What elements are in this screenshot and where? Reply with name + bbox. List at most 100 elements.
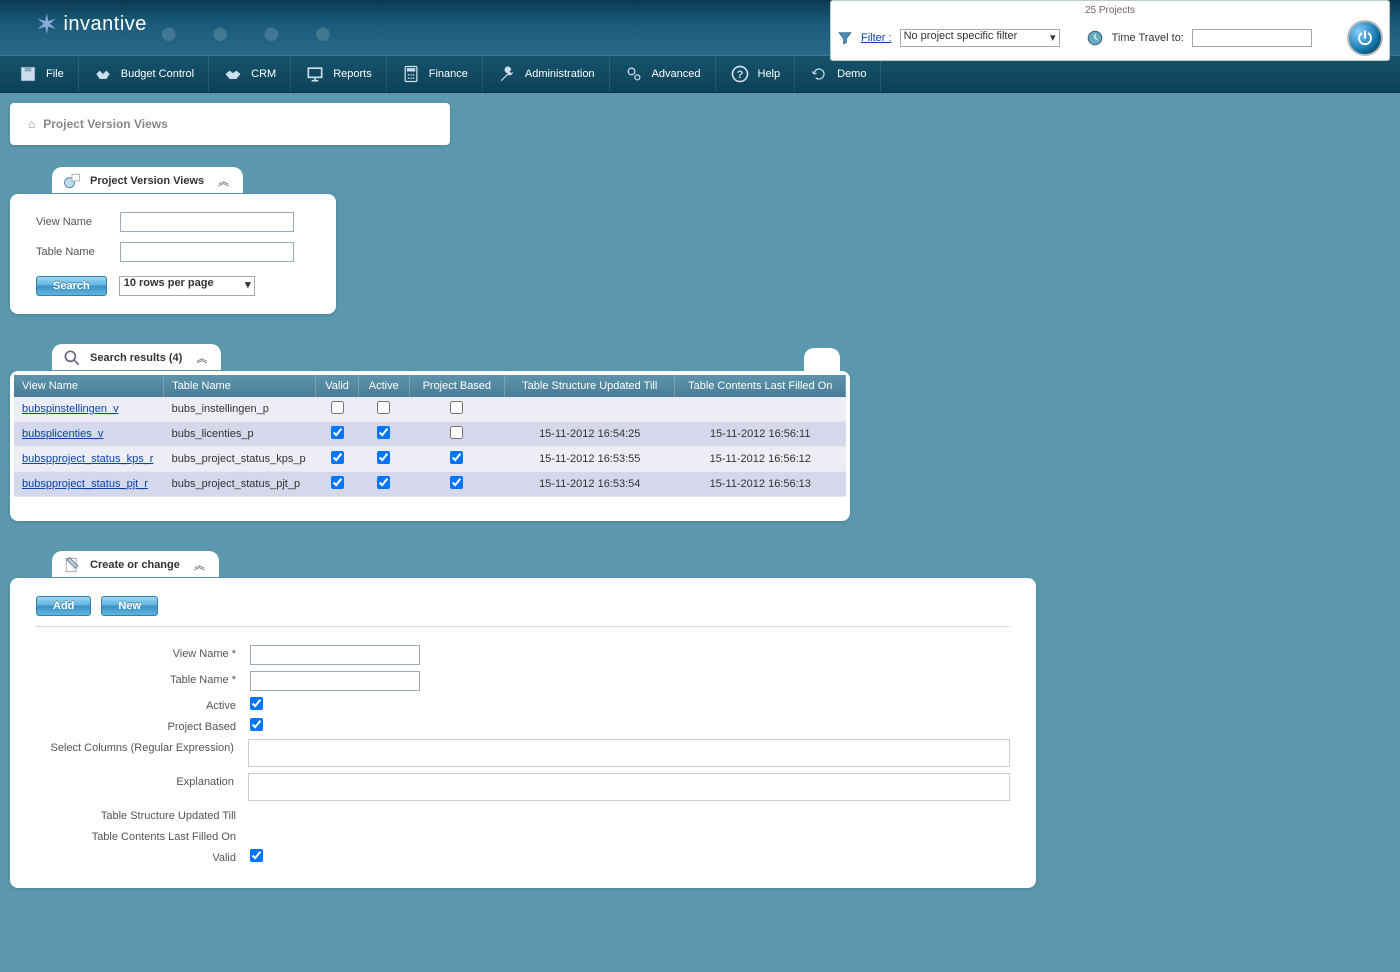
result-filled-cell: 15-11-2012 16:56:13 — [675, 472, 846, 497]
edit-view-name-label: View Name * — [36, 645, 250, 660]
edit-table-name-input[interactable] — [250, 671, 420, 691]
result-till-cell: 15-11-2012 16:53:55 — [505, 447, 675, 472]
edit-valid-label: Valid — [36, 849, 250, 864]
gears-icon — [624, 64, 644, 84]
edit-explanation-input[interactable] — [248, 773, 1010, 801]
result-active-checkbox[interactable] — [377, 476, 390, 489]
edit-explanation-label: Explanation — [36, 773, 248, 788]
result-view-link[interactable]: bubsplicenties_v — [22, 428, 103, 440]
rows-per-page-select[interactable]: 10 rows per page ▾ — [119, 276, 255, 296]
table-row: bubspproject_status_kps_r bubs_project_st… — [14, 447, 846, 472]
result-active-checkbox[interactable] — [377, 451, 390, 464]
search-button[interactable]: Search — [36, 276, 107, 296]
top-toolbar: 25 Projects Filter : No project specific… — [830, 0, 1390, 61]
logo-text: invantive — [63, 13, 146, 36]
nav-finance[interactable]: Finance — [387, 56, 483, 92]
result-view-link[interactable]: bubspproject_status_pjt_r — [22, 478, 148, 490]
result-valid-checkbox[interactable] — [331, 401, 344, 414]
result-filled-cell: 15-11-2012 16:56:11 — [675, 422, 846, 447]
nav-file-label: File — [46, 68, 64, 80]
edit-select-cols-input[interactable] — [248, 739, 1010, 767]
logo-burst-icon: ✶ — [35, 8, 58, 41]
table-name-label: Table Name — [36, 246, 120, 258]
edit-project-based-checkbox[interactable] — [250, 718, 263, 731]
wrench-icon — [497, 64, 517, 84]
home-icon[interactable]: ⌂ — [28, 117, 35, 131]
filter-select[interactable]: No project specific filter ▾ — [900, 29, 1060, 47]
edit-active-label: Active — [36, 697, 250, 712]
rows-option-value: 10 rows per page — [124, 277, 214, 289]
result-view-link[interactable]: bubspproject_status_kps_r — [22, 453, 153, 465]
svg-text:?: ? — [736, 69, 743, 81]
result-valid-checkbox[interactable] — [331, 476, 344, 489]
result-till-cell: 15-11-2012 16:54:25 — [505, 422, 675, 447]
search-panel-tab: Project Version Views ︽ — [52, 167, 243, 193]
result-pb-checkbox[interactable] — [450, 401, 463, 414]
nav-demo[interactable]: Demo — [795, 56, 881, 92]
collapse-icon[interactable]: ︽ — [196, 350, 207, 366]
results-table: View Name Table Name Valid Active Projec… — [14, 375, 846, 497]
edit-updated-till-label: Table Structure Updated Till — [36, 807, 250, 822]
result-till-cell: 15-11-2012 16:53:54 — [505, 472, 675, 497]
results-side-tab[interactable] — [804, 348, 840, 371]
result-pb-checkbox[interactable] — [450, 451, 463, 464]
nav-finance-label: Finance — [429, 68, 468, 80]
result-table-cell: bubs_project_status_pjt_p — [164, 472, 316, 497]
breadcrumb-text: Project Version Views — [43, 117, 168, 131]
nav-admin[interactable]: Administration — [483, 56, 610, 92]
edit-table-name-label: Table Name * — [36, 671, 250, 686]
col-last-filled[interactable]: Table Contents Last Filled On — [675, 375, 846, 397]
result-table-cell: bubs_project_status_kps_p — [164, 447, 316, 472]
results-panel-title: Search results (4) — [90, 352, 182, 364]
result-pb-checkbox[interactable] — [450, 426, 463, 439]
search-view-name-input[interactable] — [120, 212, 294, 232]
collapse-icon[interactable]: ︽ — [218, 173, 229, 189]
results-panel-tab: Search results (4) ︽ — [52, 344, 221, 370]
help-icon: ? — [730, 64, 750, 84]
table-row: bubsplicenties_vbubs_licenties_p15-11-20… — [14, 422, 846, 447]
filter-link[interactable]: Filter : — [861, 32, 892, 44]
result-valid-checkbox[interactable] — [331, 451, 344, 464]
col-valid[interactable]: Valid — [316, 375, 359, 397]
table-row: bubspproject_status_pjt_r bubs_project_st… — [14, 472, 846, 497]
col-view-name[interactable]: View Name — [14, 375, 164, 397]
disk-icon — [18, 64, 38, 84]
edit-panel: Add New View Name * Table Name * Active … — [10, 578, 1036, 888]
new-button[interactable]: New — [101, 596, 158, 616]
nav-help[interactable]: ? Help — [716, 56, 796, 92]
nav-admin-label: Administration — [525, 68, 595, 80]
board-icon — [305, 64, 325, 84]
edit-active-checkbox[interactable] — [250, 697, 263, 710]
power-button[interactable] — [1347, 20, 1383, 56]
refresh-icon — [809, 64, 829, 84]
search-panel-title: Project Version Views — [90, 175, 204, 187]
time-travel-input[interactable] — [1192, 29, 1312, 47]
chevron-down-icon: ▾ — [245, 278, 251, 291]
collapse-icon[interactable]: ︽ — [194, 557, 205, 573]
result-table-cell: bubs_instellingen_p — [164, 397, 316, 422]
result-active-checkbox[interactable] — [377, 401, 390, 414]
nav-file[interactable]: File — [4, 56, 79, 92]
result-active-checkbox[interactable] — [377, 426, 390, 439]
col-active[interactable]: Active — [358, 375, 409, 397]
chevron-down-icon: ▾ — [1050, 31, 1056, 44]
edit-view-name-input[interactable] — [250, 645, 420, 665]
edit-last-filled-label: Table Contents Last Filled On — [36, 828, 250, 843]
result-pb-checkbox[interactable] — [450, 476, 463, 489]
col-project-based[interactable]: Project Based — [409, 375, 504, 397]
search-table-name-input[interactable] — [120, 242, 294, 262]
view-name-label: View Name — [36, 216, 120, 228]
col-updated-till[interactable]: Table Structure Updated Till — [505, 375, 675, 397]
nav-help-label: Help — [758, 68, 781, 80]
nav-advanced[interactable]: Advanced — [610, 56, 716, 92]
app-logo: ✶ invantive — [35, 8, 147, 41]
edit-valid-checkbox[interactable] — [250, 849, 263, 862]
result-view-link[interactable]: bubspinstellingen_v — [22, 403, 119, 415]
power-icon — [1356, 29, 1374, 47]
results-panel: View Name Table Name Valid Active Projec… — [10, 371, 850, 521]
globe-clock-icon — [1086, 29, 1104, 47]
col-table-name[interactable]: Table Name — [164, 375, 316, 397]
result-valid-checkbox[interactable] — [331, 426, 344, 439]
header-decoration: • • • • — [160, 5, 342, 63]
add-button[interactable]: Add — [36, 596, 91, 616]
